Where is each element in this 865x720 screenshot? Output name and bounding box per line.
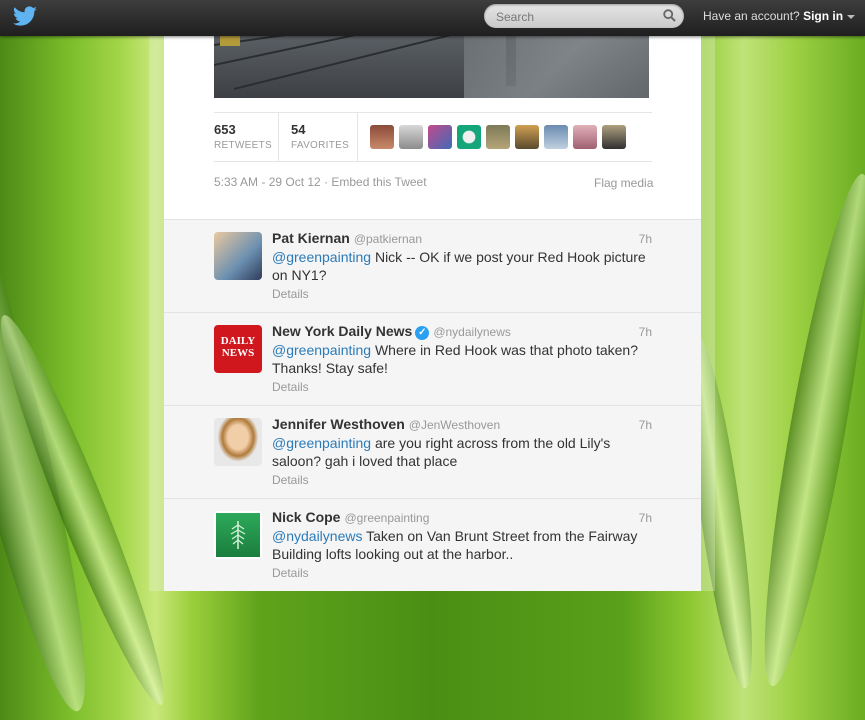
author-handle[interactable]: @patkiernan: [354, 232, 422, 246]
have-account-text: Have an account?: [703, 9, 800, 23]
top-bar: Have an account? Sign in: [0, 0, 865, 36]
reply-item[interactable]: Jennifer Westhoven @JenWesthoven 7h @gree…: [164, 405, 701, 499]
flag-media-link[interactable]: Flag media: [594, 176, 653, 190]
retweeter-avatar[interactable]: [544, 125, 568, 149]
tweet-timestamp[interactable]: 5:33 AM - 29 Oct 12 · Embed this Tweet: [214, 175, 427, 189]
avatar-logo-text: DAILY NEWS: [220, 335, 256, 359]
reply-text: @greenpainting Nick -- OK if we post you…: [272, 249, 646, 283]
search-box: [484, 4, 684, 28]
reply-time[interactable]: 7h: [639, 511, 652, 525]
details-link[interactable]: Details: [272, 473, 309, 487]
retweeter-avatars: [370, 125, 631, 154]
retweeter-avatar[interactable]: [370, 125, 394, 149]
tweet-photo[interactable]: [214, 36, 649, 98]
reply-time[interactable]: 7h: [639, 232, 652, 246]
twitter-bird-icon[interactable]: [12, 6, 38, 33]
favorites-label: FAVORITES: [291, 140, 350, 151]
author-handle[interactable]: @JenWesthoven: [409, 418, 500, 432]
retweeter-avatar[interactable]: [602, 125, 626, 149]
reply-item[interactable]: Pat Kiernan @patkiernan 7h @greenpainting…: [164, 219, 701, 313]
retweets-label: RETWEETS: [214, 140, 272, 151]
verified-badge-icon: ✓: [415, 326, 430, 340]
details-link[interactable]: Details: [272, 287, 309, 301]
author-handle[interactable]: @nydailynews: [433, 325, 511, 339]
reply-text: @greenpainting Where in Red Hook was tha…: [272, 342, 638, 376]
reply-time[interactable]: 7h: [639, 325, 652, 339]
favorites-stat[interactable]: 54 FAVORITES: [291, 113, 358, 161]
avatar[interactable]: [214, 232, 262, 280]
retweeter-avatar[interactable]: [573, 125, 597, 149]
mention-link[interactable]: @greenpainting: [272, 342, 371, 358]
author-handle[interactable]: @greenpainting: [344, 511, 429, 525]
avatar[interactable]: [214, 511, 262, 559]
search-icon[interactable]: [663, 9, 676, 27]
author-name[interactable]: Nick Cope: [272, 509, 340, 525]
retweeter-avatar[interactable]: [486, 125, 510, 149]
account-prompt: Have an account? Sign in: [703, 9, 856, 23]
mention-link[interactable]: @greenpainting: [272, 435, 371, 451]
retweeter-avatar[interactable]: [457, 125, 481, 149]
favorites-count: 54: [291, 122, 306, 137]
retweeter-avatar[interactable]: [515, 125, 539, 149]
author-name[interactable]: New York Daily News: [272, 323, 412, 339]
chevron-down-icon[interactable]: [847, 14, 856, 19]
mention-link[interactable]: @nydailynews: [272, 528, 362, 544]
search-input[interactable]: [494, 7, 658, 27]
details-link[interactable]: Details: [272, 566, 309, 580]
tweet-stats: 653 RETWEETS 54 FAVORITES: [214, 112, 652, 162]
retweets-count: 653: [214, 122, 236, 137]
reply-text: @nydailynews Taken on Van Brunt Street f…: [272, 528, 638, 562]
retweets-stat[interactable]: 653 RETWEETS: [214, 113, 279, 161]
background-grass: [745, 169, 865, 691]
reply-time[interactable]: 7h: [639, 418, 652, 432]
reply-item[interactable]: DAILY NEWS New York Daily News ✓ @nydailyn…: [164, 312, 701, 406]
reply-item[interactable]: Nick Cope @greenpainting 7h @nydailynews …: [164, 498, 701, 592]
replies-list: Pat Kiernan @patkiernan 7h @greenpainting…: [164, 219, 701, 591]
retweeter-avatar[interactable]: [428, 125, 452, 149]
author-name[interactable]: Jennifer Westhoven: [272, 416, 405, 432]
reply-text: @greenpainting are you right across from…: [272, 435, 611, 469]
details-link[interactable]: Details: [272, 380, 309, 394]
sign-in-link[interactable]: Sign in: [803, 9, 843, 23]
avatar[interactable]: DAILY NEWS: [214, 325, 262, 373]
mention-link[interactable]: @greenpainting: [272, 249, 371, 265]
avatar[interactable]: [214, 418, 262, 466]
retweeter-avatar[interactable]: [399, 125, 423, 149]
author-name[interactable]: Pat Kiernan: [272, 230, 350, 246]
